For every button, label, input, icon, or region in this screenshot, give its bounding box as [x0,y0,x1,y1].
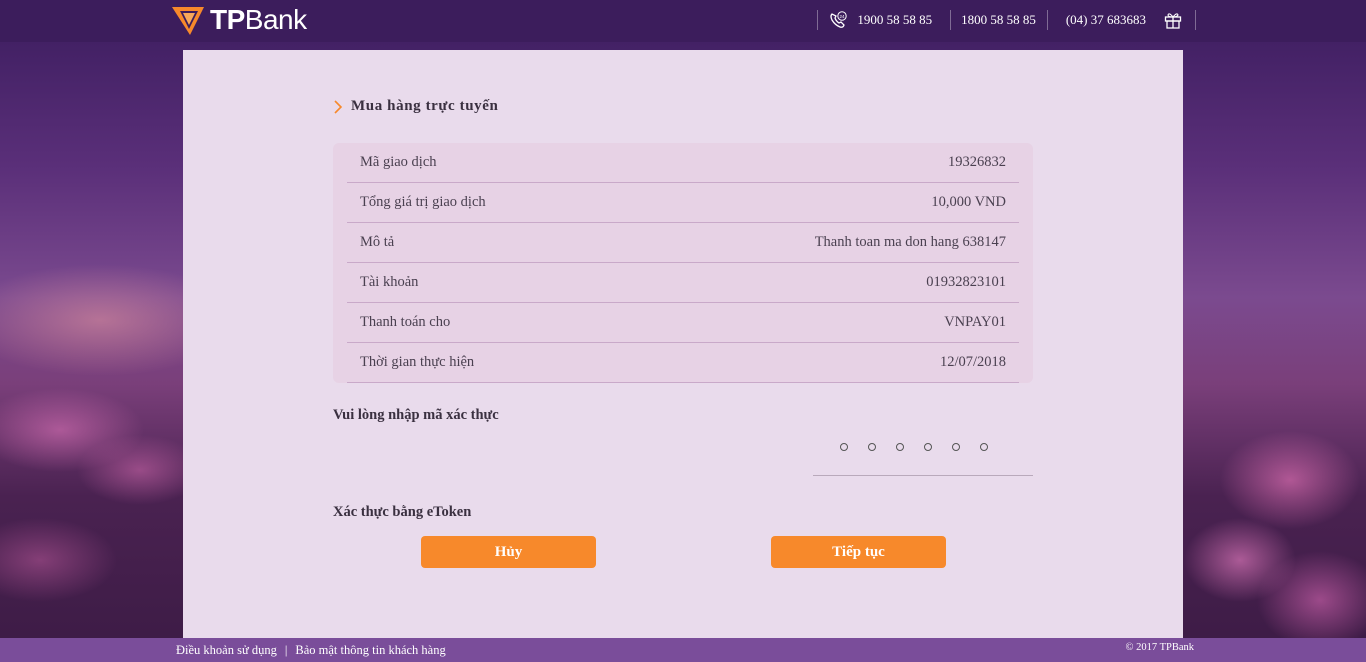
copyright: © 2017 TPBank [1125,642,1194,653]
otp-input[interactable] [813,435,1033,476]
svg-text:24: 24 [840,14,846,19]
hotline-bar: 24 1900 58 58 85 1800 58 58 85 (04) 37 6… [807,8,1196,32]
table-row: Thanh toán cho VNPAY01 [347,303,1019,343]
phone-24h-icon: 24 [830,11,848,28]
row-label: Mô tả [360,234,395,250]
row-label: Tổng giá trị giao dịch [360,194,486,210]
divider [1195,10,1196,30]
payment-card: Mua hàng trực tuyến Mã giao dịch 1932683… [183,50,1183,638]
chevron-right-icon [334,99,343,114]
section-title: Mua hàng trực tuyến [351,98,499,114]
row-value: VNPAY01 [944,314,1006,330]
brand-name: TPBank [210,4,307,35]
continue-button[interactable]: Tiếp tục [771,536,946,568]
table-row: Mô tả Thanh toan ma don hang 638147 [347,223,1019,263]
privacy-link[interactable]: Bảo mật thông tin khách hàng [295,643,445,658]
divider [817,10,819,30]
cancel-button[interactable]: Hủy [421,536,596,568]
row-value: 19326832 [948,154,1006,170]
footer-links: Điều khoản sử dụng | Bảo mật thông tin k… [176,643,446,658]
footer-divider: | [284,643,288,657]
table-row: Tài khoản 01932823101 [347,263,1019,303]
gift-icon[interactable] [1163,10,1183,30]
row-value: Thanh toan ma don hang 638147 [814,234,1006,250]
hotline-2[interactable]: 1800 58 58 85 [961,12,1036,28]
hotline-3[interactable]: (04) 37 683683 [1066,12,1146,28]
hotline-1[interactable]: 1900 58 58 85 [857,12,932,28]
footer: Điều khoản sử dụng | Bảo mật thông tin k… [0,638,1366,662]
etoken-option[interactable]: Xác thực bằng eToken [333,504,471,521]
top-bar: TPBank 24 1900 58 58 85 1800 58 58 85 (0… [0,0,1366,42]
otp-digit-dot [924,443,932,451]
row-label: Thanh toán cho [360,314,451,330]
otp-digit-dot [952,443,960,451]
table-row: Mã giao dịch 19326832 [347,143,1019,183]
row-value: 12/07/2018 [939,354,1006,370]
divider [950,10,952,30]
otp-label: Vui lòng nhập mã xác thực [333,407,499,423]
terms-link[interactable]: Điều khoản sử dụng [176,643,277,658]
row-value: 10,000 VND [931,194,1006,210]
tpbank-logo-mark-icon [172,7,204,35]
row-label: Thời gian thực hiện [360,354,475,370]
transaction-info-table: Mã giao dịch 19326832 Tổng giá trị giao … [333,143,1033,383]
tpbank-logo[interactable]: TPBank [170,3,307,37]
table-row: Thời gian thực hiện 12/07/2018 [347,343,1019,383]
otp-dots [840,443,988,451]
otp-digit-dot [868,443,876,451]
section-header: Mua hàng trực tuyến [333,98,498,115]
row-label: Tài khoản [360,274,419,290]
row-label: Mã giao dịch [360,154,437,170]
otp-digit-dot [896,443,904,451]
otp-digit-dot [840,443,848,451]
otp-digit-dot [980,443,988,451]
divider [1046,10,1048,30]
table-row: Tổng giá trị giao dịch 10,000 VND [347,183,1019,223]
row-value: 01932823101 [926,274,1006,290]
